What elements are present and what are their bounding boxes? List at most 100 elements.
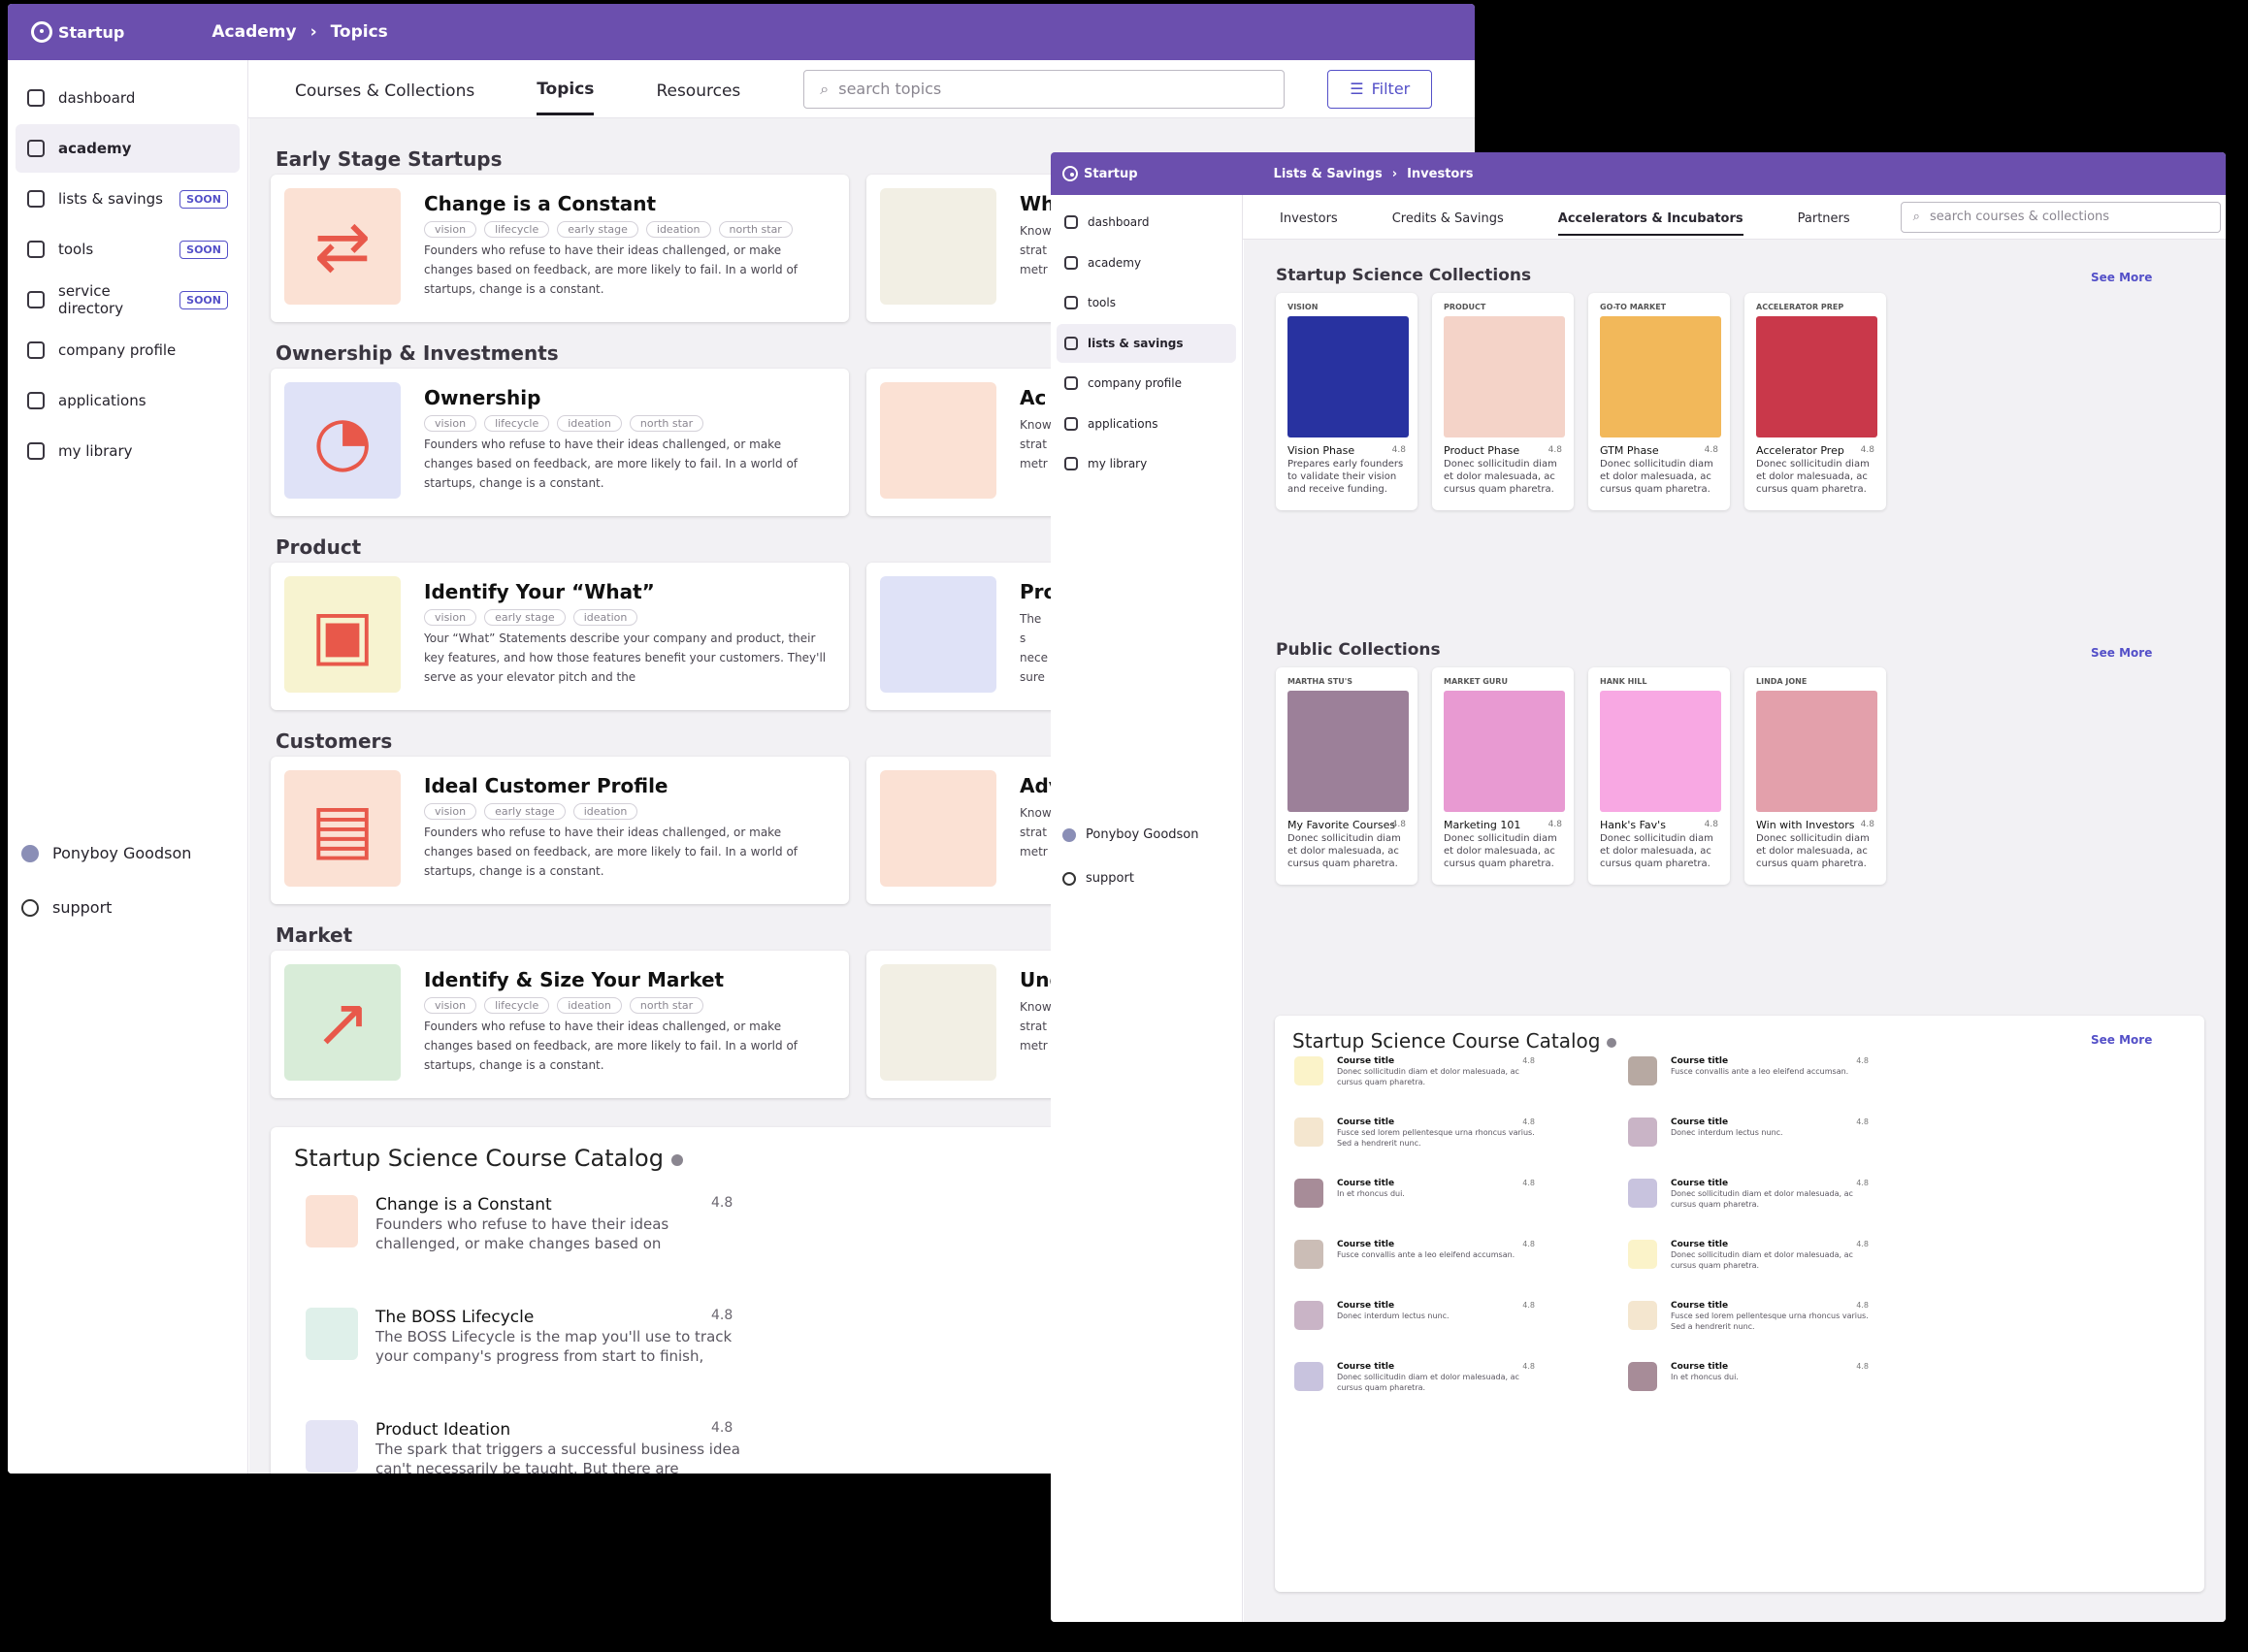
filter-button[interactable]: ☰ Filter	[1327, 69, 1433, 109]
collection-name[interactable]: Win with Investors	[1756, 819, 1855, 831]
sidebar-item-dashboard[interactable]: dashboard	[16, 74, 240, 122]
tag-north-star[interactable]: north star	[629, 997, 704, 1014]
collection-name[interactable]: Product Phase	[1444, 444, 1519, 457]
tab-accelerators-incubators[interactable]: Accelerators & Incubators	[1557, 199, 1743, 236]
catalog-item[interactable]: Course title Fusce sed lorem pellentesque…	[1294, 1118, 1535, 1149]
topic-card[interactable]: 4.8★▣Identify Your “What”visionearly sta…	[271, 563, 849, 710]
sidebar-item-tools[interactable]: tools	[1057, 283, 1236, 322]
tag-vision[interactable]: vision	[424, 997, 477, 1014]
topic-card[interactable]: 4.8★◔Ownershipvisionlifecycleideationnor…	[271, 369, 849, 516]
see-more-public[interactable]: See More	[2091, 646, 2152, 660]
catalog-item[interactable]: Course title Donec sollicitudin diam et d…	[1294, 1056, 1535, 1087]
collection-card-hank-s-fav-s[interactable]: HANK HILL Hank's Fav's 4.8 Donec sollicitud…	[1588, 667, 1730, 885]
sidebar-item-academy[interactable]: academy	[16, 124, 240, 173]
sidebar-item-tools[interactable]: tools SOON	[16, 225, 240, 274]
sidebar-item-my-library[interactable]: my library	[1057, 444, 1236, 483]
collection-name[interactable]: Vision Phase	[1287, 444, 1354, 457]
tag-early-stage[interactable]: early stage	[484, 609, 566, 626]
sidebar-item-applications[interactable]: applications	[16, 376, 240, 425]
catalog-item[interactable]: Course title In et rhoncus dui. 4.8	[1294, 1179, 1535, 1208]
tab-resources[interactable]: Resources	[656, 64, 740, 114]
sidebar-item-academy[interactable]: academy	[1057, 243, 1236, 282]
collection-name[interactable]: Hank's Fav's	[1600, 819, 1666, 831]
support-link[interactable]: support	[21, 898, 112, 917]
tab-courses-collections[interactable]: Courses & Collections	[295, 64, 474, 114]
tag-ideation[interactable]: ideation	[572, 609, 638, 626]
tag-ideation[interactable]: ideation	[572, 803, 638, 820]
collection-card-vision-phase[interactable]: VISION Vision Phase 4.8 Prepares early foun…	[1276, 293, 1417, 510]
catalog-item[interactable]: Course title Donec sollicitudin diam et d…	[1628, 1179, 1869, 1210]
sidebar-item-company-profile[interactable]: company profile	[1057, 364, 1236, 403]
topic-title[interactable]: Ownership	[424, 386, 540, 409]
logo-right[interactable]: Startup	[1062, 166, 1138, 181]
tab-investors[interactable]: Investors	[1280, 199, 1338, 236]
breadcrumb-lists-savings[interactable]: Lists & Savings	[1274, 167, 1383, 181]
info-icon[interactable]	[1606, 1038, 1616, 1048]
tag-ideation[interactable]: ideation	[645, 221, 711, 238]
sidebar-item-applications[interactable]: applications	[1057, 405, 1236, 443]
info-icon[interactable]	[670, 1154, 683, 1166]
collection-card-gtm-phase[interactable]: GO-TO MARKET GTM Phase 4.8 Donec sollicitud…	[1588, 293, 1730, 510]
topic-title[interactable]: Identify & Size Your Market	[424, 968, 724, 991]
topic-title[interactable]: Ac	[1020, 386, 1046, 409]
topic-card[interactable]: 4.8★▤Ideal Customer Profilevisionearly s…	[271, 757, 849, 904]
user-profile-right[interactable]: Ponyboy Goodson	[1062, 827, 1199, 842]
collection-card-marketing-101[interactable]: MARKET GURU Marketing 101 4.8 Donec sollici…	[1432, 667, 1574, 885]
see-more-catalog[interactable]: See More	[2091, 1033, 2152, 1047]
topic-title[interactable]: Wh	[1020, 192, 1055, 215]
search-input-right[interactable]: ⌕ search courses & collections	[1900, 201, 2221, 233]
sidebar-item-my-library[interactable]: my library	[16, 427, 240, 475]
topic-card[interactable]: 4.8★⇄Change is a Constantvisionlifecycle…	[271, 175, 849, 322]
tag-north-star[interactable]: north star	[629, 415, 704, 432]
collection-name[interactable]: My Favorite Courses	[1287, 819, 1395, 831]
breadcrumb-academy[interactable]: Academy	[212, 22, 296, 42]
breadcrumb-topics[interactable]: Topics	[331, 22, 388, 42]
tag-early-stage[interactable]: early stage	[557, 221, 638, 238]
catalog-item[interactable]: Course title Fusce convallis ante a leo e…	[1628, 1056, 1869, 1085]
user-profile[interactable]: Ponyboy Goodson	[21, 844, 191, 862]
sidebar-item-lists-savings[interactable]: lists & savings SOON	[16, 175, 240, 223]
topic-card[interactable]: 4.8★↗Identify & Size Your Marketvisionli…	[271, 951, 849, 1098]
sidebar-item-service-directory[interactable]: service directory SOON	[16, 275, 240, 324]
catalog-item[interactable]: Product Ideation The spark that triggers …	[306, 1420, 752, 1474]
sidebar-item-company-profile[interactable]: company profile	[16, 326, 240, 374]
tag-lifecycle[interactable]: lifecycle	[484, 997, 550, 1014]
catalog-item[interactable]: Course title In et rhoncus dui. 4.8	[1628, 1362, 1869, 1391]
catalog-item[interactable]: Course title Fusce sed lorem pellentesque…	[1628, 1301, 1869, 1332]
support-link-right[interactable]: support	[1062, 871, 1134, 886]
collection-card-my-favorite-courses[interactable]: MARTHA STU'S My Favorite Courses 4.8 Donec …	[1276, 667, 1417, 885]
tag-ideation[interactable]: ideation	[557, 997, 622, 1014]
catalog-item[interactable]: The BOSS Lifecycle The BOSS Lifecycle is …	[306, 1308, 752, 1366]
topic-title[interactable]: Ideal Customer Profile	[424, 774, 668, 797]
collection-card-accelerator-prep[interactable]: ACCELERATOR PREP Accelerator Prep 4.8 Donec…	[1744, 293, 1886, 510]
tag-vision[interactable]: vision	[424, 221, 477, 238]
breadcrumb-investors[interactable]: Investors	[1407, 167, 1473, 181]
collection-name[interactable]: GTM Phase	[1600, 444, 1659, 457]
collection-card-win-with-investors[interactable]: LINDA JONE Win with Investors 4.8 Donec sol…	[1744, 667, 1886, 885]
tag-north-star[interactable]: north star	[718, 221, 793, 238]
logo[interactable]: Startup	[31, 21, 124, 43]
tag-vision[interactable]: vision	[424, 415, 477, 432]
tag-early-stage[interactable]: early stage	[484, 803, 566, 820]
catalog-item[interactable]: Course title Donec sollicitudin diam et d…	[1628, 1240, 1869, 1271]
tab-partners[interactable]: Partners	[1798, 199, 1850, 236]
collection-card-product-phase[interactable]: PRODUCT Product Phase 4.8 Donec sollicitudi…	[1432, 293, 1574, 510]
tag-ideation[interactable]: ideation	[557, 415, 622, 432]
tag-lifecycle[interactable]: lifecycle	[484, 221, 550, 238]
catalog-item[interactable]: Course title Donec sollicitudin diam et d…	[1294, 1362, 1535, 1393]
collection-name[interactable]: Accelerator Prep	[1756, 444, 1844, 457]
search-input[interactable]: ⌕ search topics	[803, 69, 1286, 109]
sidebar-item-dashboard[interactable]: dashboard	[1057, 203, 1236, 242]
tag-vision[interactable]: vision	[424, 609, 477, 626]
see-more-science[interactable]: See More	[2091, 271, 2152, 284]
catalog-item[interactable]: Course title Donec interdum lectus nunc. 4…	[1628, 1118, 1869, 1147]
topic-title[interactable]: Identify Your “What”	[424, 580, 655, 603]
catalog-item[interactable]: Change is a Constant Founders who refuse …	[306, 1195, 752, 1253]
tag-vision[interactable]: vision	[424, 803, 477, 820]
catalog-item[interactable]: Course title Donec interdum lectus nunc. 4…	[1294, 1301, 1535, 1330]
topic-title[interactable]: Change is a Constant	[424, 192, 656, 215]
collection-name[interactable]: Marketing 101	[1444, 819, 1520, 831]
catalog-item[interactable]: Course title Fusce convallis ante a leo e…	[1294, 1240, 1535, 1269]
tab-topics[interactable]: Topics	[537, 62, 595, 115]
tab-credits-savings[interactable]: Credits & Savings	[1392, 199, 1504, 236]
